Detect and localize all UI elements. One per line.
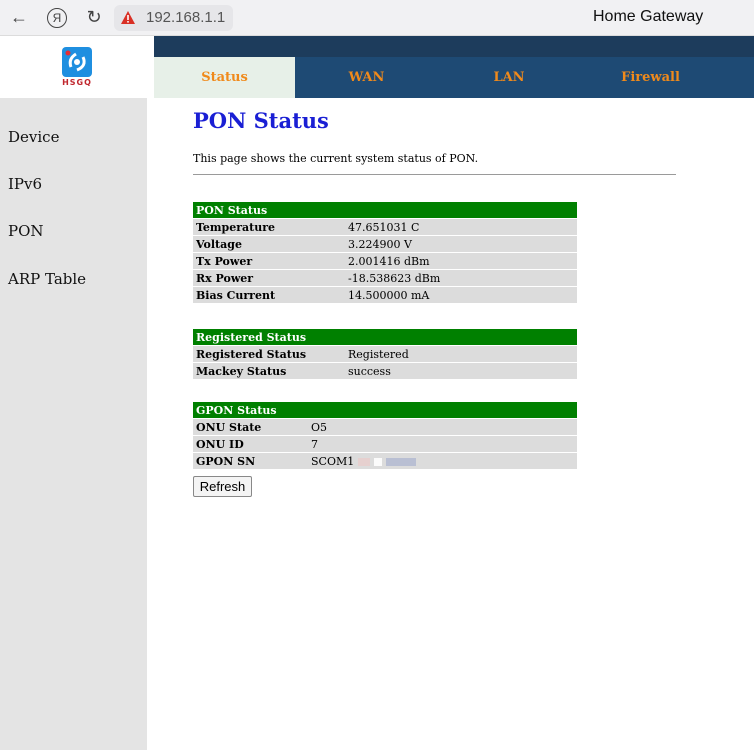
row-value: 47.651031 C: [345, 219, 577, 235]
table-header: GPON Status: [193, 402, 577, 418]
row-label: Temperature: [193, 219, 345, 235]
row-value: SCOM1: [308, 453, 577, 469]
sidebar-item-pon[interactable]: PON: [8, 222, 44, 240]
row-label: Rx Power: [193, 270, 345, 286]
table-row: Mackey Status success: [193, 363, 577, 379]
table-header: Registered Status: [193, 329, 577, 345]
table-row: Rx Power -18.538623 dBm: [193, 270, 577, 286]
pon-status-table: PON Status Temperature 47.651031 C Volta…: [193, 201, 577, 304]
table-row: ONU State O5: [193, 419, 577, 435]
warning-icon[interactable]: [120, 10, 136, 26]
row-value: 3.224900 V: [345, 236, 577, 252]
top-navigation: Status WAN LAN Firewall: [154, 57, 754, 98]
sidebar-item-arp-table[interactable]: ARP Table: [8, 270, 86, 288]
address-bar[interactable]: 192.168.1.1: [114, 4, 234, 31]
tab-firewall[interactable]: Firewall: [580, 57, 721, 98]
row-label: ONU State: [193, 419, 308, 435]
back-arrow-icon[interactable]: ←: [9, 7, 29, 28]
table-row: Registered Status Registered: [193, 346, 577, 362]
tab-lan[interactable]: LAN: [438, 57, 580, 98]
row-value: 2.001416 dBm: [345, 253, 577, 269]
table-row: GPON SN SCOM1: [193, 453, 577, 469]
reload-icon[interactable]: ↻: [84, 7, 104, 28]
tab-status[interactable]: Status: [154, 57, 295, 98]
row-value: 14.500000 mA: [345, 287, 577, 303]
table-row: Bias Current 14.500000 mA: [193, 287, 577, 303]
row-label: Bias Current: [193, 287, 345, 303]
tab-wan[interactable]: WAN: [295, 57, 438, 98]
redacted-block: [374, 457, 383, 466]
divider: [193, 174, 676, 175]
row-label: Tx Power: [193, 253, 345, 269]
row-value: Registered: [345, 346, 577, 362]
redacted-block: [386, 457, 417, 466]
sidebar-item-device[interactable]: Device: [8, 128, 59, 146]
sidebar: Device IPv6 PON ARP Table: [0, 98, 147, 750]
gpon-sn-value: SCOM1: [311, 454, 355, 468]
row-value: success: [345, 363, 577, 379]
refresh-button[interactable]: Refresh: [193, 476, 252, 497]
row-label: ONU ID: [193, 436, 308, 452]
row-label: Mackey Status: [193, 363, 345, 379]
browser-toolbar: ← Я ↻ 192.168.1.1 Home Gateway: [0, 0, 754, 36]
row-value: O5: [308, 419, 577, 435]
table-row: ONU ID 7: [193, 436, 577, 452]
gpon-status-table: GPON Status ONU State O5 ONU ID 7 GPON S…: [193, 401, 577, 470]
address-text[interactable]: 192.168.1.1: [146, 9, 225, 26]
row-label: Voltage: [193, 236, 345, 252]
yandex-icon[interactable]: Я: [47, 7, 67, 28]
row-label: Registered Status: [193, 346, 345, 362]
registered-status-table: Registered Status Registered Status Regi…: [193, 328, 577, 380]
table-row: Voltage 3.224900 V: [193, 236, 577, 252]
row-value: 7: [308, 436, 577, 452]
redacted-block: [358, 457, 371, 466]
browser-page-title: Home Gateway: [593, 8, 704, 25]
sidebar-item-ipv6[interactable]: IPv6: [8, 175, 42, 193]
logo-text: HSGQ: [62, 78, 92, 87]
table-row: Temperature 47.651031 C: [193, 219, 577, 235]
topnav-strip: [154, 36, 754, 57]
logo: HSGQ: [0, 36, 154, 98]
table-header: PON Status: [193, 202, 577, 218]
table-row: Tx Power 2.001416 dBm: [193, 253, 577, 269]
page-title: PON Status: [193, 108, 329, 133]
row-value: -18.538623 dBm: [345, 270, 577, 286]
row-label: GPON SN: [193, 453, 308, 469]
page-description: This page shows the current system statu…: [193, 152, 479, 165]
hsgq-logo-icon: [62, 47, 92, 77]
